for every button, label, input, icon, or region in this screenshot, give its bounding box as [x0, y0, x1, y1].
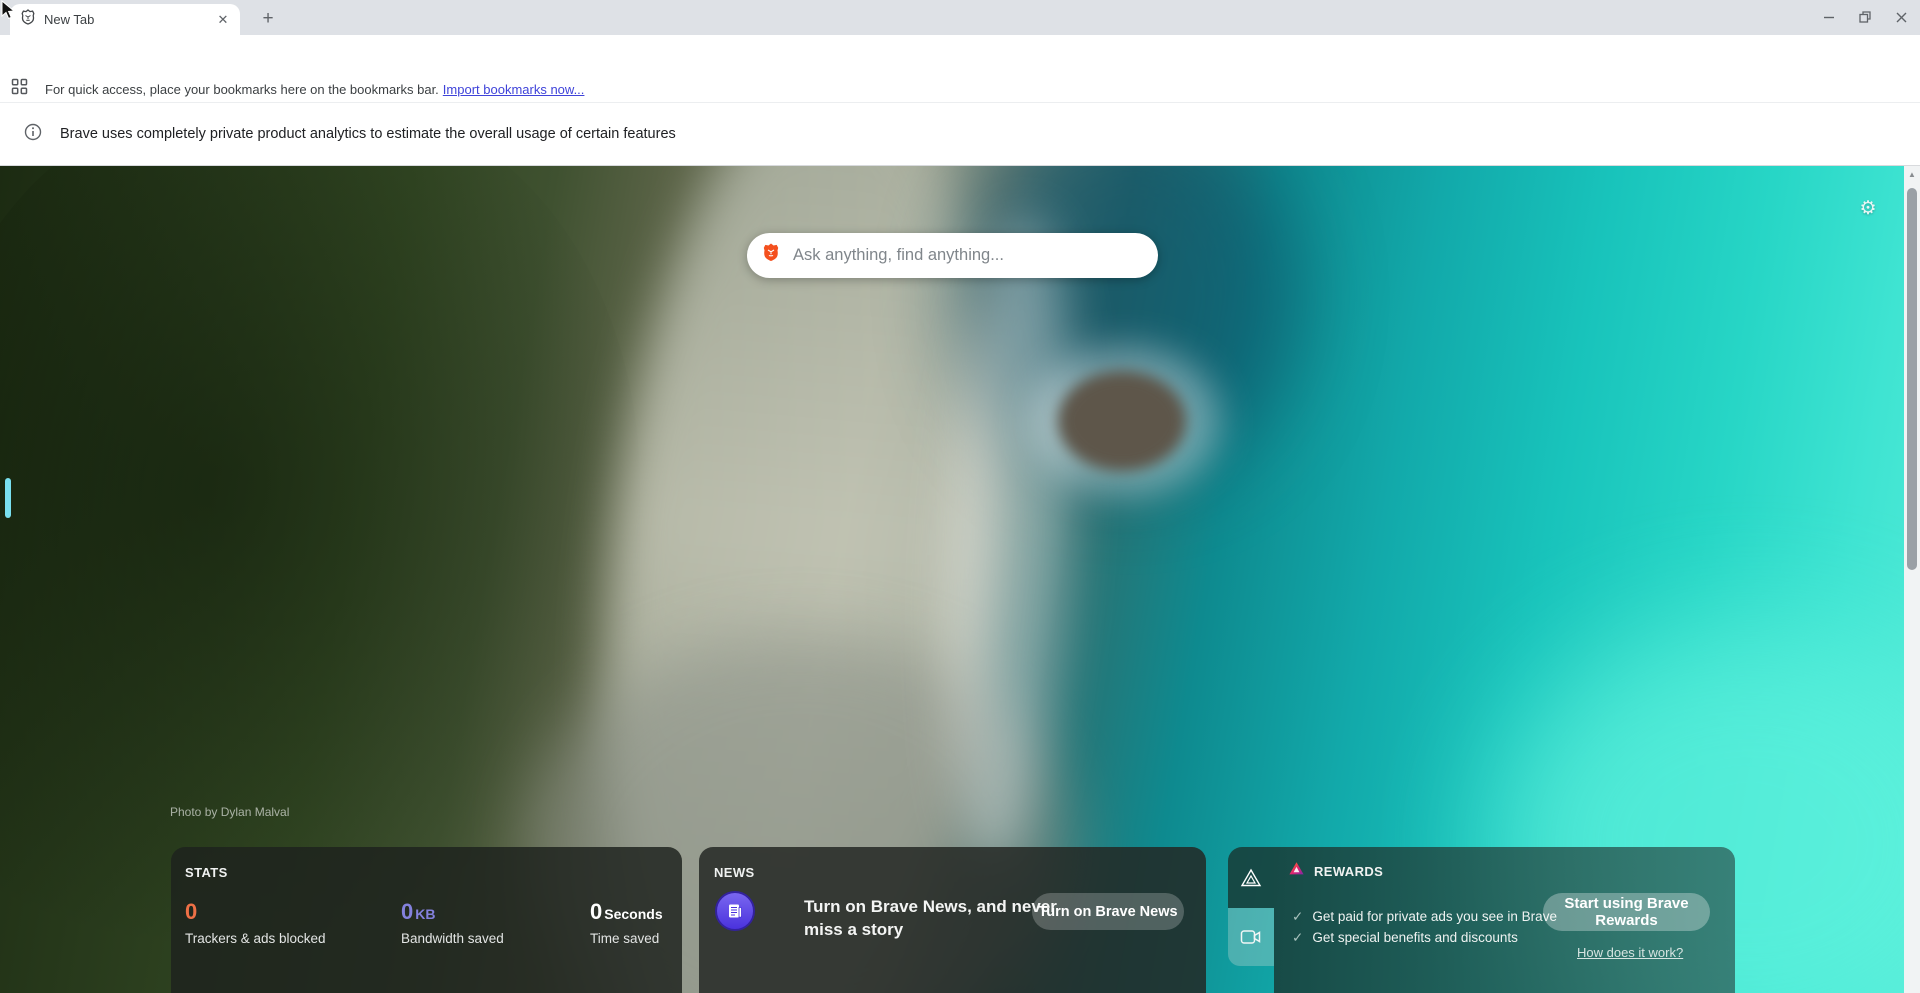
news-message: Turn on Brave News, and never miss a sto…: [804, 895, 1064, 941]
tab-title: New Tab: [44, 12, 214, 27]
tab-new-tab[interactable]: New Tab ✕: [10, 4, 240, 35]
stat-trackers-blocked: 0 Trackers & ads blocked: [185, 899, 326, 946]
stat-unit: KB: [415, 906, 435, 922]
stats-title: STATS: [185, 865, 228, 880]
mouse-cursor: [0, 0, 18, 25]
turn-on-news-button[interactable]: Turn on Brave News: [1032, 893, 1184, 930]
sidebar-edge-handle[interactable]: [5, 478, 11, 518]
news-title: NEWS: [714, 865, 755, 880]
stat-value: 0: [185, 899, 197, 924]
check-icon: ✓: [1292, 909, 1303, 924]
rewards-benefit-text: Get paid for private ads you see in Brav…: [1312, 909, 1557, 924]
photo-credit[interactable]: Photo by Dylan Malval: [170, 805, 289, 819]
minimize-icon[interactable]: [1818, 6, 1840, 28]
ask-search-box[interactable]: [747, 233, 1158, 278]
brave-search-icon: [761, 242, 781, 269]
rewards-benefit: ✓ Get special benefits and discounts: [1292, 930, 1518, 946]
news-card: NEWS Turn on Brave News, and never miss …: [699, 847, 1206, 993]
banner-message: Brave uses completely private product an…: [60, 126, 676, 142]
analytics-banner: Brave uses completely private product an…: [0, 103, 1920, 166]
info-icon: [24, 123, 42, 146]
brave-lion-icon: [20, 9, 36, 30]
background-island: [1058, 371, 1186, 471]
stats-card: STATS 0 Trackers & ads blocked 0KB Bandw…: [171, 847, 682, 993]
restore-icon[interactable]: [1854, 6, 1876, 28]
bat-triangle-icon: [1288, 861, 1305, 881]
rewards-header: REWARDS: [1288, 861, 1383, 881]
page-scrollbar[interactable]: ▲: [1904, 166, 1920, 993]
bookmarks-bar: For quick access, place your bookmarks h…: [0, 76, 1920, 103]
stat-label: Time saved: [590, 931, 663, 946]
stat-value: 0: [590, 899, 602, 924]
check-icon: ✓: [1292, 930, 1303, 945]
bookmarks-hint-text: For quick access, place your bookmarks h…: [45, 82, 439, 97]
window-controls: [1818, 6, 1912, 28]
import-bookmarks-link[interactable]: Import bookmarks now...: [443, 82, 585, 97]
close-window-icon[interactable]: [1890, 6, 1912, 28]
customize-settings-icon[interactable]: ⚙: [1856, 196, 1880, 220]
stat-bandwidth-saved: 0KB Bandwidth saved: [401, 899, 504, 946]
stat-label: Trackers & ads blocked: [185, 931, 326, 946]
tab-strip: New Tab ✕ +: [0, 0, 1920, 35]
main-toolbar: [0, 35, 1920, 76]
new-tab-button[interactable]: +: [256, 8, 280, 32]
stat-value: 0: [401, 899, 413, 924]
scroll-up-icon[interactable]: ▲: [1904, 170, 1920, 179]
ask-search-input[interactable]: [793, 246, 1144, 265]
stat-unit: Seconds: [604, 906, 662, 922]
start-rewards-button[interactable]: Start using Brave Rewards: [1543, 893, 1710, 931]
brave-news-icon: [715, 891, 755, 931]
stat-time-saved: 0Seconds Time saved: [590, 899, 663, 946]
brave-talk-widget-tab[interactable]: [1228, 908, 1274, 966]
scrollbar-thumb[interactable]: [1907, 188, 1917, 570]
stat-label: Bandwidth saved: [401, 931, 504, 946]
rewards-benefit: ✓ Get paid for private ads you see in Bra…: [1292, 909, 1557, 925]
tab-close-icon[interactable]: ✕: [214, 11, 232, 29]
rewards-widget-tab[interactable]: [1228, 847, 1274, 908]
rewards-card: REWARDS ✓ Get paid for private ads you se…: [1274, 847, 1735, 993]
browser-window: New Tab ✕ +: [0, 0, 1920, 993]
rewards-title: REWARDS: [1314, 864, 1383, 879]
how-does-it-work-link[interactable]: How does it work?: [1577, 945, 1683, 960]
rewards-benefit-text: Get special benefits and discounts: [1312, 930, 1518, 945]
apps-grid-icon[interactable]: [11, 78, 28, 100]
